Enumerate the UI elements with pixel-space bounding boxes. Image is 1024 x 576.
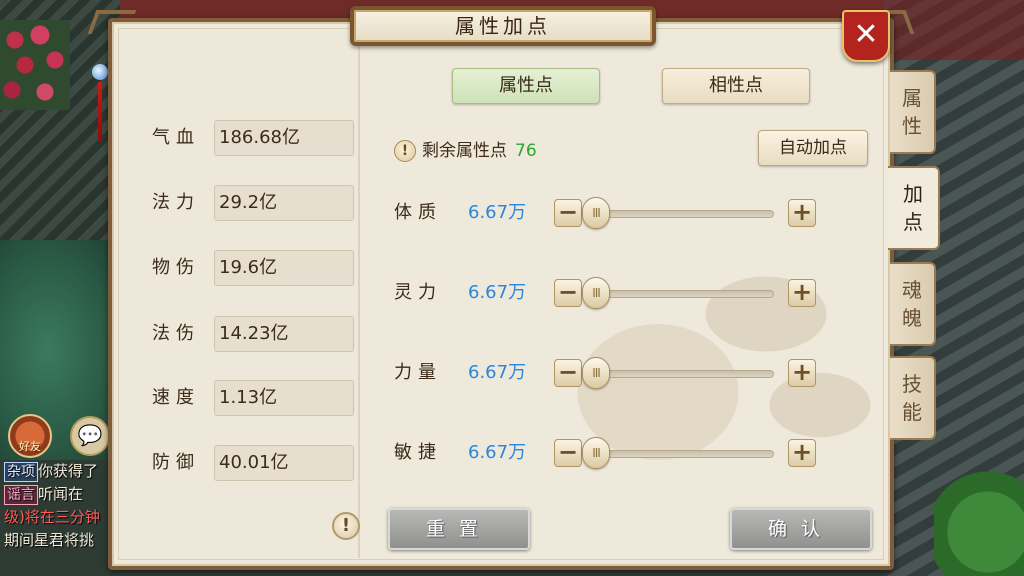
chat-line: 杂项 你获得了 bbox=[4, 460, 114, 483]
attr-value: 6.67万 bbox=[468, 362, 527, 383]
allocation-slider-handle[interactable]: III bbox=[582, 197, 610, 229]
stat-row-mana: 法力 29.2亿 bbox=[142, 185, 362, 221]
scene-flowers bbox=[0, 20, 70, 110]
close-icon[interactable]: ✕ bbox=[842, 10, 890, 62]
attr-row-agility: 敏捷 6.67万 − III + bbox=[394, 436, 864, 470]
jade-ornament bbox=[92, 50, 108, 150]
stat-label: 速度 bbox=[152, 387, 200, 408]
side-tab-label: 魂 魄 bbox=[902, 278, 922, 330]
allocation-slider-handle[interactable]: III bbox=[582, 357, 610, 389]
info-icon[interactable]: ! bbox=[332, 512, 360, 540]
stat-label: 气血 bbox=[152, 127, 200, 148]
chat-log[interactable]: 杂项 你获得了 谣言 听闻在 级)将在三分钟 期间星君将挑 bbox=[4, 460, 114, 552]
stat-value: 19.6亿 bbox=[214, 250, 354, 286]
allocation-slider-track[interactable] bbox=[582, 210, 774, 218]
attr-label: 体质 bbox=[394, 202, 442, 223]
chat-text: 你获得了 bbox=[38, 462, 99, 480]
stat-label: 法力 bbox=[152, 192, 200, 213]
allocation-slider-track[interactable] bbox=[582, 290, 774, 298]
tab-attribute-points[interactable]: 属性点 bbox=[452, 68, 600, 104]
allocation-slider-track[interactable] bbox=[582, 370, 774, 378]
increase-button[interactable]: + bbox=[788, 439, 816, 467]
stat-row-physical-damage: 物伤 19.6亿 bbox=[142, 250, 362, 286]
side-tab-label: 属 性 bbox=[902, 86, 922, 138]
tab-affinity-points[interactable]: 相性点 bbox=[662, 68, 810, 104]
chat-tag: 谣言 bbox=[4, 485, 38, 505]
decrease-button[interactable]: − bbox=[554, 279, 582, 307]
friend-button[interactable]: 好友 bbox=[8, 414, 52, 458]
decrease-button[interactable]: − bbox=[554, 199, 582, 227]
attr-value: 6.67万 bbox=[468, 442, 527, 463]
stat-row-hp: 气血 186.68亿 bbox=[142, 120, 362, 156]
increase-button[interactable]: + bbox=[788, 279, 816, 307]
stat-value: 14.23亿 bbox=[214, 316, 354, 352]
scene-tree bbox=[934, 466, 1024, 576]
stat-value: 40.01亿 bbox=[214, 445, 354, 481]
allocation-slider-handle[interactable]: III bbox=[582, 437, 610, 469]
attr-row-constitution: 体质 6.67万 − III + bbox=[394, 196, 864, 230]
side-tab-label: 技 能 bbox=[902, 372, 922, 424]
auto-allocate-button[interactable]: 自动加点 bbox=[758, 130, 868, 166]
stat-value: 186.68亿 bbox=[214, 120, 354, 156]
attribute-panel: 气血 186.68亿 法力 29.2亿 物伤 19.6亿 法伤 14.23亿 速… bbox=[87, 10, 915, 570]
decrease-button[interactable]: − bbox=[554, 439, 582, 467]
reset-button[interactable]: 重置 bbox=[388, 508, 530, 550]
attr-value: 6.67万 bbox=[468, 202, 527, 223]
chat-line: 谣言 听闻在 bbox=[4, 483, 114, 506]
panel-title: 属性加点 bbox=[350, 6, 656, 46]
stats-column: 气血 186.68亿 法力 29.2亿 物伤 19.6亿 法伤 14.23亿 速… bbox=[120, 30, 360, 558]
side-tab-label: 加 点 bbox=[903, 182, 923, 234]
increase-button[interactable]: + bbox=[788, 199, 816, 227]
attr-label: 敏捷 bbox=[394, 442, 442, 463]
stat-value: 1.13亿 bbox=[214, 380, 354, 416]
stat-label: 法伤 bbox=[152, 323, 200, 344]
decrease-button[interactable]: − bbox=[554, 359, 582, 387]
side-tab-skills[interactable]: 技 能 bbox=[890, 356, 936, 440]
chat-text: 级)将在三分钟 bbox=[4, 508, 100, 526]
stat-row-magic-damage: 法伤 14.23亿 bbox=[142, 316, 362, 352]
chat-line: 级)将在三分钟 bbox=[4, 506, 114, 529]
allocation-slider-handle[interactable]: III bbox=[582, 277, 610, 309]
confirm-button[interactable]: 确认 bbox=[730, 508, 872, 550]
stat-value: 29.2亿 bbox=[214, 185, 354, 221]
attr-label: 力量 bbox=[394, 362, 442, 383]
chat-text: 期间星君将挑 bbox=[4, 531, 95, 549]
stat-row-defense: 防御 40.01亿 bbox=[142, 445, 362, 481]
allocation-column: 属性点 相性点 ! 剩余属性点 76 自动加点 体质 6.67万 − III + 灵… bbox=[368, 30, 884, 558]
attr-value: 6.67万 bbox=[468, 282, 527, 303]
side-tab-allocate[interactable]: 加 点 bbox=[888, 166, 940, 250]
increase-button[interactable]: + bbox=[788, 359, 816, 387]
ink-landscape-watermark bbox=[514, 210, 874, 470]
remaining-label: 剩余属性点 bbox=[422, 141, 507, 161]
chat-line: 期间星君将挑 bbox=[4, 529, 114, 552]
side-tab-soul[interactable]: 魂 魄 bbox=[890, 262, 936, 346]
attr-row-strength: 力量 6.67万 − III + bbox=[394, 356, 864, 390]
attr-row-spirit: 灵力 6.67万 − III + bbox=[394, 276, 864, 310]
remaining-points: ! 剩余属性点 76 bbox=[394, 138, 537, 164]
stat-label: 防御 bbox=[152, 452, 200, 473]
red-tassel bbox=[98, 82, 102, 142]
stat-label: 物伤 bbox=[152, 257, 200, 278]
chat-bubble-icon[interactable]: 💬 bbox=[70, 416, 110, 456]
warning-icon[interactable]: ! bbox=[394, 140, 416, 162]
allocation-slider-track[interactable] bbox=[582, 450, 774, 458]
jade-orb-icon bbox=[92, 64, 108, 80]
chat-text: 听闻在 bbox=[38, 485, 84, 503]
stat-row-speed: 速度 1.13亿 bbox=[142, 380, 362, 416]
side-tab-attributes[interactable]: 属 性 bbox=[890, 70, 936, 154]
attr-label: 灵力 bbox=[394, 282, 442, 303]
remaining-value: 76 bbox=[515, 141, 537, 161]
friend-button-label: 好友 bbox=[19, 440, 41, 453]
chat-tag: 杂项 bbox=[4, 462, 38, 482]
